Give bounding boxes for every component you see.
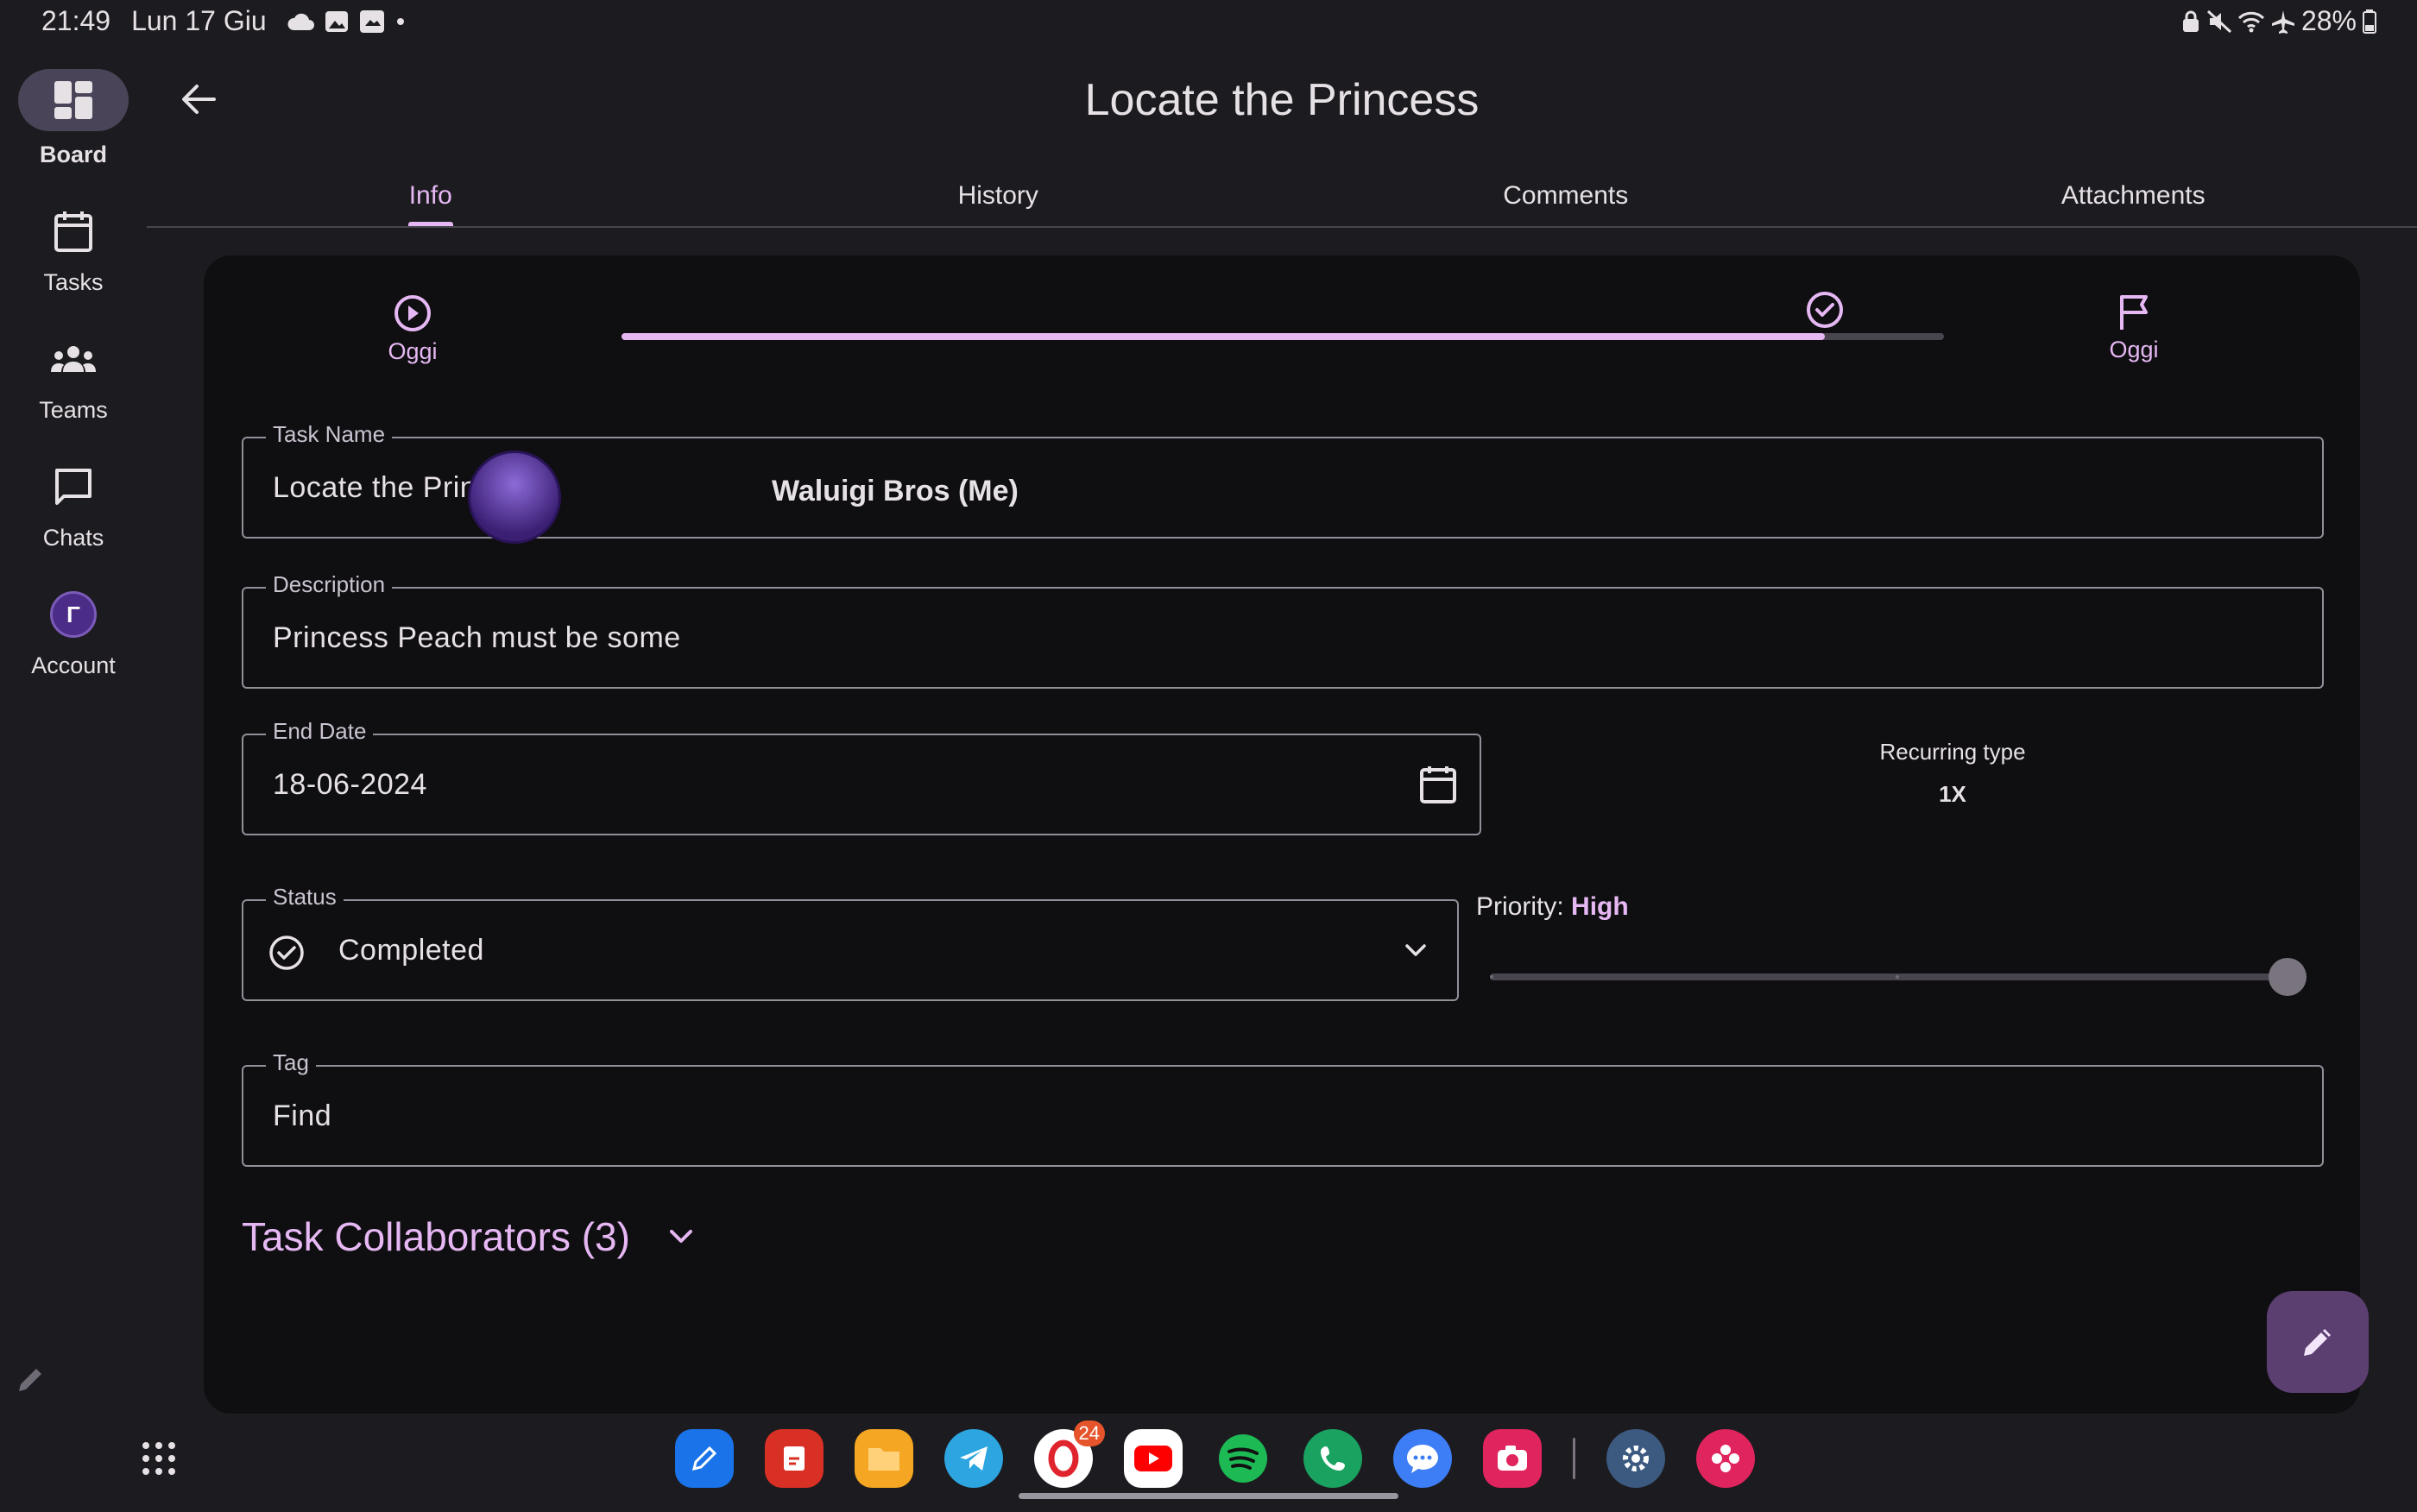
youtube-app-icon[interactable] xyxy=(1124,1429,1183,1488)
end-milestone: Oggi xyxy=(2108,293,2160,363)
avatar: Γ xyxy=(50,591,97,638)
end-date-label: Oggi xyxy=(2109,337,2159,362)
progress-bar xyxy=(622,333,1944,340)
tab-bar: Info History Comments Attachments xyxy=(147,169,2417,228)
rail-label-teams: Teams xyxy=(39,397,108,423)
status-value: Completed xyxy=(338,933,484,967)
app-root: 21:49 Lun 17 Giu 28% Board Tasks Teams C… xyxy=(0,0,2417,1512)
chevron-down-icon xyxy=(1405,944,1426,956)
check-circle-icon xyxy=(269,936,304,970)
groups-icon xyxy=(51,346,96,372)
taskbar-dock: 24 xyxy=(675,1421,1755,1488)
battery-percent: 28% xyxy=(2300,5,2357,36)
status-dropdown[interactable]: Status Completed xyxy=(242,884,1459,1001)
priority-label: Priority: High xyxy=(1476,892,1629,921)
collaborators-title: Task Collaborators (3) xyxy=(242,1214,630,1259)
tag-field[interactable]: Tag Find xyxy=(242,1049,2324,1167)
rail-label-tasks: Tasks xyxy=(43,269,104,295)
slider-thumb[interactable] xyxy=(2269,958,2307,996)
home-indicator[interactable] xyxy=(1019,1493,1398,1499)
rail-label-board: Board xyxy=(39,142,107,167)
flower-app-icon[interactable] xyxy=(1696,1429,1755,1488)
settings-app-icon[interactable] xyxy=(1606,1429,1665,1488)
collaborator-name: Waluigi Bros (Me) xyxy=(772,475,1019,507)
play-circle-icon xyxy=(394,295,431,331)
calendar-icon xyxy=(54,211,92,252)
acrobat-app-icon[interactable] xyxy=(765,1429,824,1488)
priority-value: High xyxy=(1571,892,1629,921)
airplane-icon xyxy=(2271,9,2294,34)
start-milestone: Oggi xyxy=(387,293,439,365)
dock-separator xyxy=(1573,1438,1575,1479)
page-title: Locate the Princess xyxy=(1084,75,1480,125)
slider-tick xyxy=(1896,975,1899,979)
dot-icon xyxy=(396,17,404,25)
pencil-icon xyxy=(2304,1329,2331,1356)
app-drawer-button[interactable] xyxy=(138,1438,180,1479)
calendar-picker-icon[interactable] xyxy=(1419,765,1457,804)
end-date-field[interactable]: End Date 18-06-2024 xyxy=(242,718,1481,835)
tab-history[interactable]: History xyxy=(715,169,1283,226)
notification-badge: 24 xyxy=(1073,1421,1105,1446)
wifi-icon xyxy=(2237,11,2265,32)
rail-label-account: Account xyxy=(31,652,116,678)
collaborators-header[interactable]: Task Collaborators (3) xyxy=(242,1213,694,1260)
telegram-app-icon[interactable] xyxy=(944,1429,1003,1488)
status-label: Status xyxy=(266,884,344,910)
battery-icon xyxy=(2363,9,2376,34)
pencil-icon xyxy=(19,1369,41,1391)
rail-item-teams[interactable]: Teams xyxy=(0,331,147,424)
phone-app-icon[interactable] xyxy=(1303,1429,1362,1488)
recurring-type-value: 1X xyxy=(1939,781,1966,807)
messages-app-icon[interactable] xyxy=(1393,1429,1452,1488)
recurring-type-label: Recurring type xyxy=(1879,739,2026,765)
status-time: 21:49 xyxy=(41,5,111,36)
edit-task-button[interactable] xyxy=(2267,1291,2369,1393)
dashboard-icon xyxy=(54,81,92,119)
files-app-icon[interactable] xyxy=(855,1429,913,1488)
chevron-down-icon xyxy=(669,1230,692,1243)
rail-label-chats: Chats xyxy=(42,525,104,551)
status-bar: 21:49 Lun 17 Giu 28% xyxy=(0,0,2417,43)
spotify-app-icon[interactable] xyxy=(1214,1429,1272,1488)
description-field[interactable]: Description Princess Peach must be some xyxy=(242,571,2324,689)
notes-app-icon[interactable] xyxy=(675,1429,734,1488)
mute-icon xyxy=(2206,9,2231,33)
gallery-icon xyxy=(325,10,348,32)
flag-icon xyxy=(2120,295,2148,330)
tab-attachments[interactable]: Attachments xyxy=(1850,169,2417,226)
chat-icon xyxy=(55,469,92,505)
slider-tick xyxy=(1490,975,1493,979)
priority-slider[interactable] xyxy=(1490,954,2307,999)
tag-value: Find xyxy=(273,1099,332,1132)
task-info-card: Oggi Oggi Task Name Locate the Princess … xyxy=(204,255,2360,1414)
lock-icon xyxy=(2182,10,2199,32)
end-date-value: 18-06-2024 xyxy=(273,767,427,801)
start-date-label: Oggi xyxy=(388,338,438,364)
rail-item-tasks[interactable]: Tasks xyxy=(0,204,147,296)
collaborator-avatar xyxy=(468,450,561,544)
edge-panel-handle[interactable] xyxy=(7,1355,55,1403)
rail-item-account[interactable]: Γ Account xyxy=(0,587,147,679)
opera-app-icon[interactable]: 24 xyxy=(1034,1421,1105,1488)
rail-item-board[interactable]: Board xyxy=(0,69,147,168)
rail-item-chats[interactable]: Chats xyxy=(0,459,147,551)
recurring-type[interactable]: Recurring type 1X xyxy=(1737,739,2168,808)
check-circle-icon xyxy=(1807,292,1844,328)
screenshot-icon xyxy=(359,9,384,33)
camera-app-icon[interactable] xyxy=(1483,1429,1542,1488)
description-value: Princess Peach must be some xyxy=(273,621,681,654)
status-date: Lun 17 Giu xyxy=(131,5,267,36)
tab-comments[interactable]: Comments xyxy=(1282,169,1850,226)
cloud-icon xyxy=(287,13,314,30)
progress-fill xyxy=(622,333,1826,340)
navigation-rail: Board Tasks Teams Chats Γ Account xyxy=(0,52,147,1450)
tab-info[interactable]: Info xyxy=(147,169,715,226)
